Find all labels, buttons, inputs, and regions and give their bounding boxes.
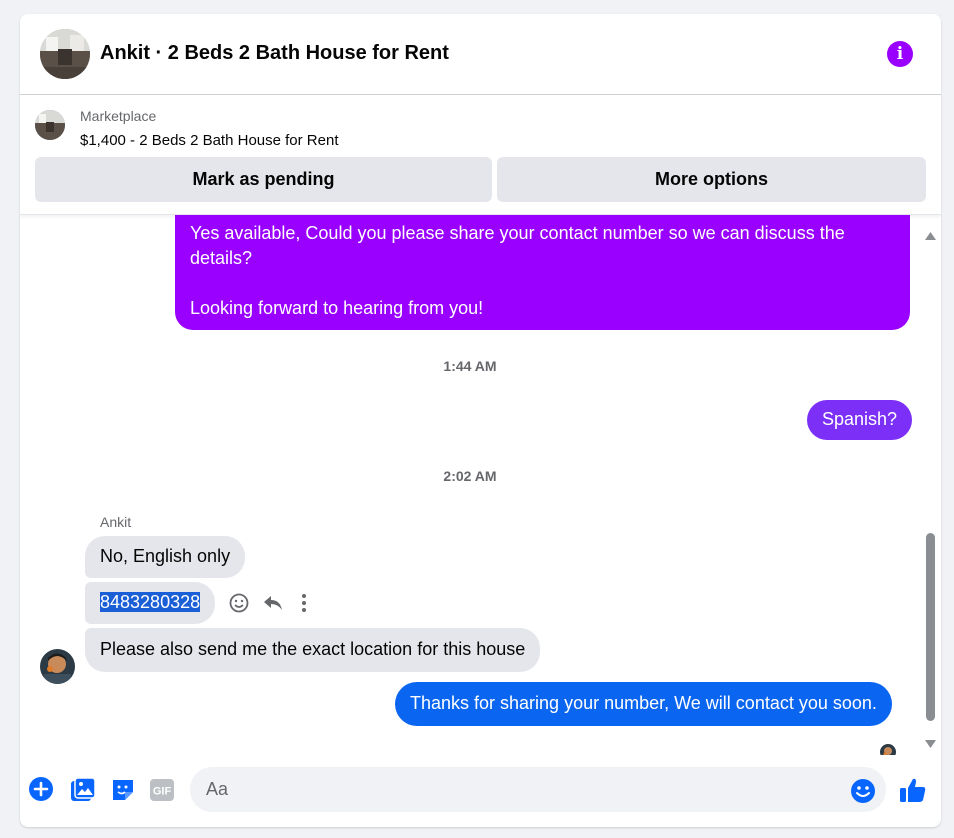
message-input[interactable] xyxy=(190,767,886,812)
timestamp: 2:02 AM xyxy=(443,468,497,484)
thumbs-up-icon[interactable] xyxy=(898,775,928,805)
info-icon[interactable]: i xyxy=(887,41,913,67)
outgoing-message[interactable]: Thanks for sharing your number, We will … xyxy=(395,682,892,726)
message-text: Yes available, Could you please share yo… xyxy=(190,223,845,243)
reply-icon[interactable] xyxy=(262,592,284,614)
sticker-icon[interactable] xyxy=(110,777,136,803)
emoji-icon[interactable] xyxy=(850,778,876,804)
scroll-up-icon[interactable] xyxy=(925,227,936,245)
scrollbar[interactable] xyxy=(923,215,937,755)
sender-avatar[interactable] xyxy=(40,649,75,684)
scroll-down-icon[interactable] xyxy=(925,735,936,753)
incoming-message[interactable]: No, English only xyxy=(85,536,246,578)
incoming-message[interactable]: Please also send me the exact location f… xyxy=(85,628,541,672)
timestamp: 1:44 AM xyxy=(443,358,497,374)
plus-icon[interactable] xyxy=(28,776,54,802)
gif-icon[interactable]: GIF xyxy=(150,779,174,801)
incoming-message[interactable]: 8483280328 xyxy=(85,582,216,624)
photo-icon[interactable] xyxy=(70,777,96,803)
outgoing-message[interactable]: Spanish? xyxy=(807,400,913,440)
listing-source: Marketplace xyxy=(80,108,157,124)
chat-window: Ankit · 2 Beds 2 Bath House for Rent i M… xyxy=(20,14,941,827)
selected-phone-number[interactable]: 8483280328 xyxy=(100,592,201,612)
mark-as-pending-button[interactable]: Mark as pending xyxy=(35,157,492,202)
message-composer: GIF xyxy=(20,755,941,827)
message-thread[interactable]: Yes available, Could you please share yo… xyxy=(20,215,941,755)
chat-title[interactable]: Ankit · 2 Beds 2 Bath House for Rent xyxy=(100,42,449,65)
gif-label: GIF xyxy=(153,786,172,798)
listing-thumbnail[interactable] xyxy=(35,110,65,140)
more-options-button[interactable]: More options xyxy=(497,157,926,202)
message-text: Looking forward to hearing from you! xyxy=(190,298,484,318)
sender-name: Ankit xyxy=(100,514,132,530)
seen-avatar xyxy=(880,744,896,755)
message-text: details? xyxy=(190,248,253,268)
listing-title[interactable]: $1,400 - 2 Beds 2 Bath House for Rent xyxy=(80,132,339,149)
more-actions-icon[interactable] xyxy=(298,592,310,614)
react-emoji-icon[interactable] xyxy=(228,592,250,614)
outgoing-message[interactable]: Yes available, Could you please share yo… xyxy=(175,215,910,330)
contact-avatar[interactable] xyxy=(40,29,90,79)
listing-banner: Marketplace $1,400 - 2 Beds 2 Bath House… xyxy=(20,95,941,215)
chat-header: Ankit · 2 Beds 2 Bath House for Rent i xyxy=(20,14,941,95)
scroll-thumb[interactable] xyxy=(926,533,935,721)
